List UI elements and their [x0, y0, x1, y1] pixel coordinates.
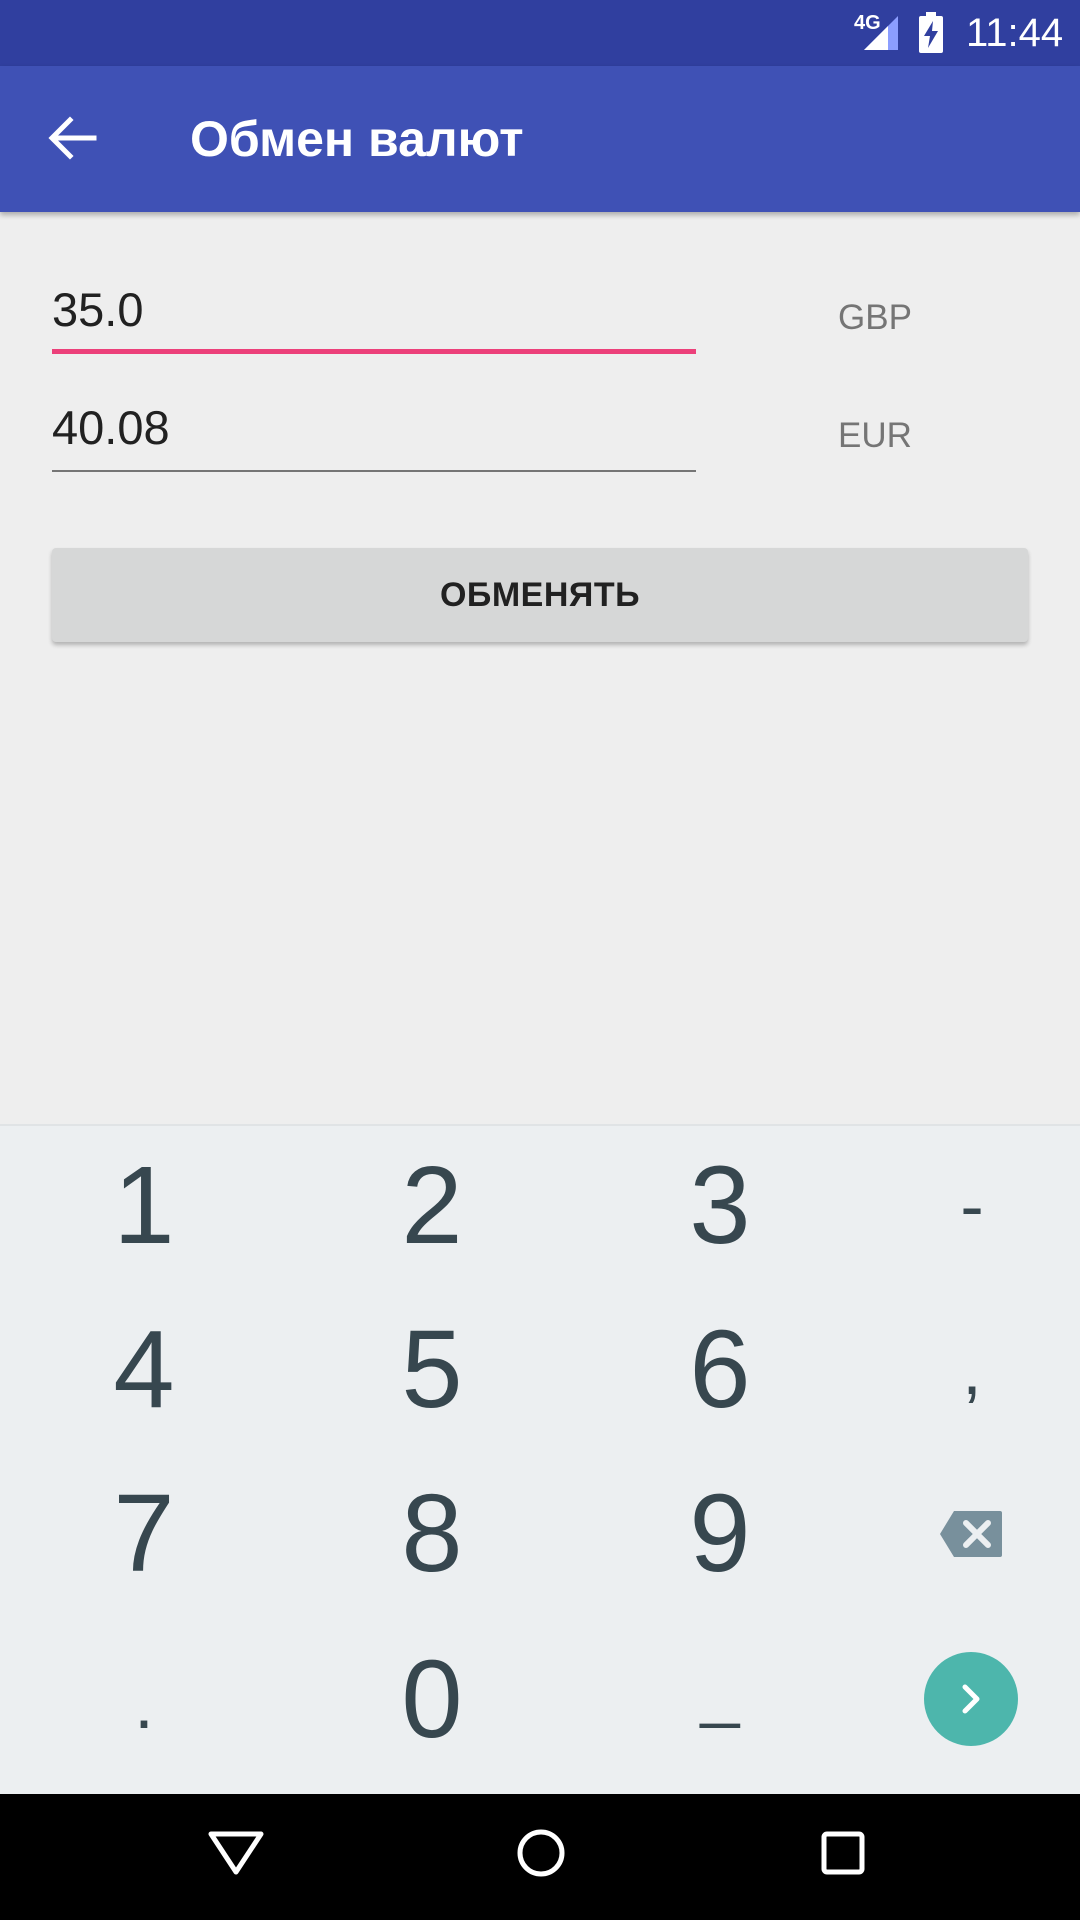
amount-from-value: 35.0	[52, 283, 144, 336]
amount-to-underline	[52, 470, 696, 472]
chevron-right-icon	[962, 1684, 980, 1714]
currency-to-label: EUR	[838, 416, 912, 455]
key-6[interactable]: 6	[620, 1310, 820, 1430]
home-circle-icon	[517, 1829, 565, 1877]
battery-charging-icon	[919, 12, 943, 53]
go-button[interactable]	[924, 1652, 1018, 1746]
nav-home-button[interactable]	[514, 1826, 568, 1885]
key-1[interactable]: 1	[44, 1146, 244, 1266]
key-9[interactable]: 9	[620, 1474, 820, 1594]
nav-recents-button[interactable]	[818, 1828, 868, 1883]
amount-to-field[interactable]: 40.08	[52, 388, 696, 472]
clock: 11:44	[966, 11, 1064, 55]
page-title: Обмен валют	[190, 111, 524, 167]
amount-to-value: 40.08	[52, 401, 170, 454]
nav-back-button[interactable]	[206, 1828, 266, 1883]
back-arrow-icon[interactable]	[46, 112, 98, 164]
exchange-button[interactable]: ОБМЕНЯТЬ	[52, 548, 1028, 642]
app-bar: Обмен валют	[0, 66, 1080, 212]
key-comma[interactable]: ,	[872, 1310, 1072, 1430]
key-2[interactable]: 2	[332, 1146, 532, 1266]
backspace-key[interactable]	[922, 1504, 1020, 1564]
key-8[interactable]: 8	[332, 1474, 532, 1594]
back-triangle-icon	[208, 1831, 264, 1875]
backspace-icon	[940, 1511, 1002, 1557]
amount-from-underline	[52, 349, 696, 354]
key-0[interactable]: 0	[332, 1640, 532, 1760]
key-5[interactable]: 5	[332, 1310, 532, 1430]
navigation-bar	[0, 1794, 1080, 1920]
amount-from-field[interactable]: 35.0	[52, 270, 696, 354]
key-7[interactable]: 7	[44, 1474, 244, 1594]
key-3[interactable]: 3	[620, 1146, 820, 1266]
key-4[interactable]: 4	[44, 1310, 244, 1430]
recents-square-icon	[821, 1831, 865, 1875]
currency-from-label: GBP	[838, 298, 912, 337]
key-minus[interactable]: -	[872, 1146, 1072, 1266]
key-dot[interactable]: .	[44, 1644, 244, 1764]
signal-icon	[864, 16, 898, 50]
key-space[interactable]: _	[620, 1630, 820, 1750]
status-bar: 4G 11:44	[0, 0, 1080, 66]
